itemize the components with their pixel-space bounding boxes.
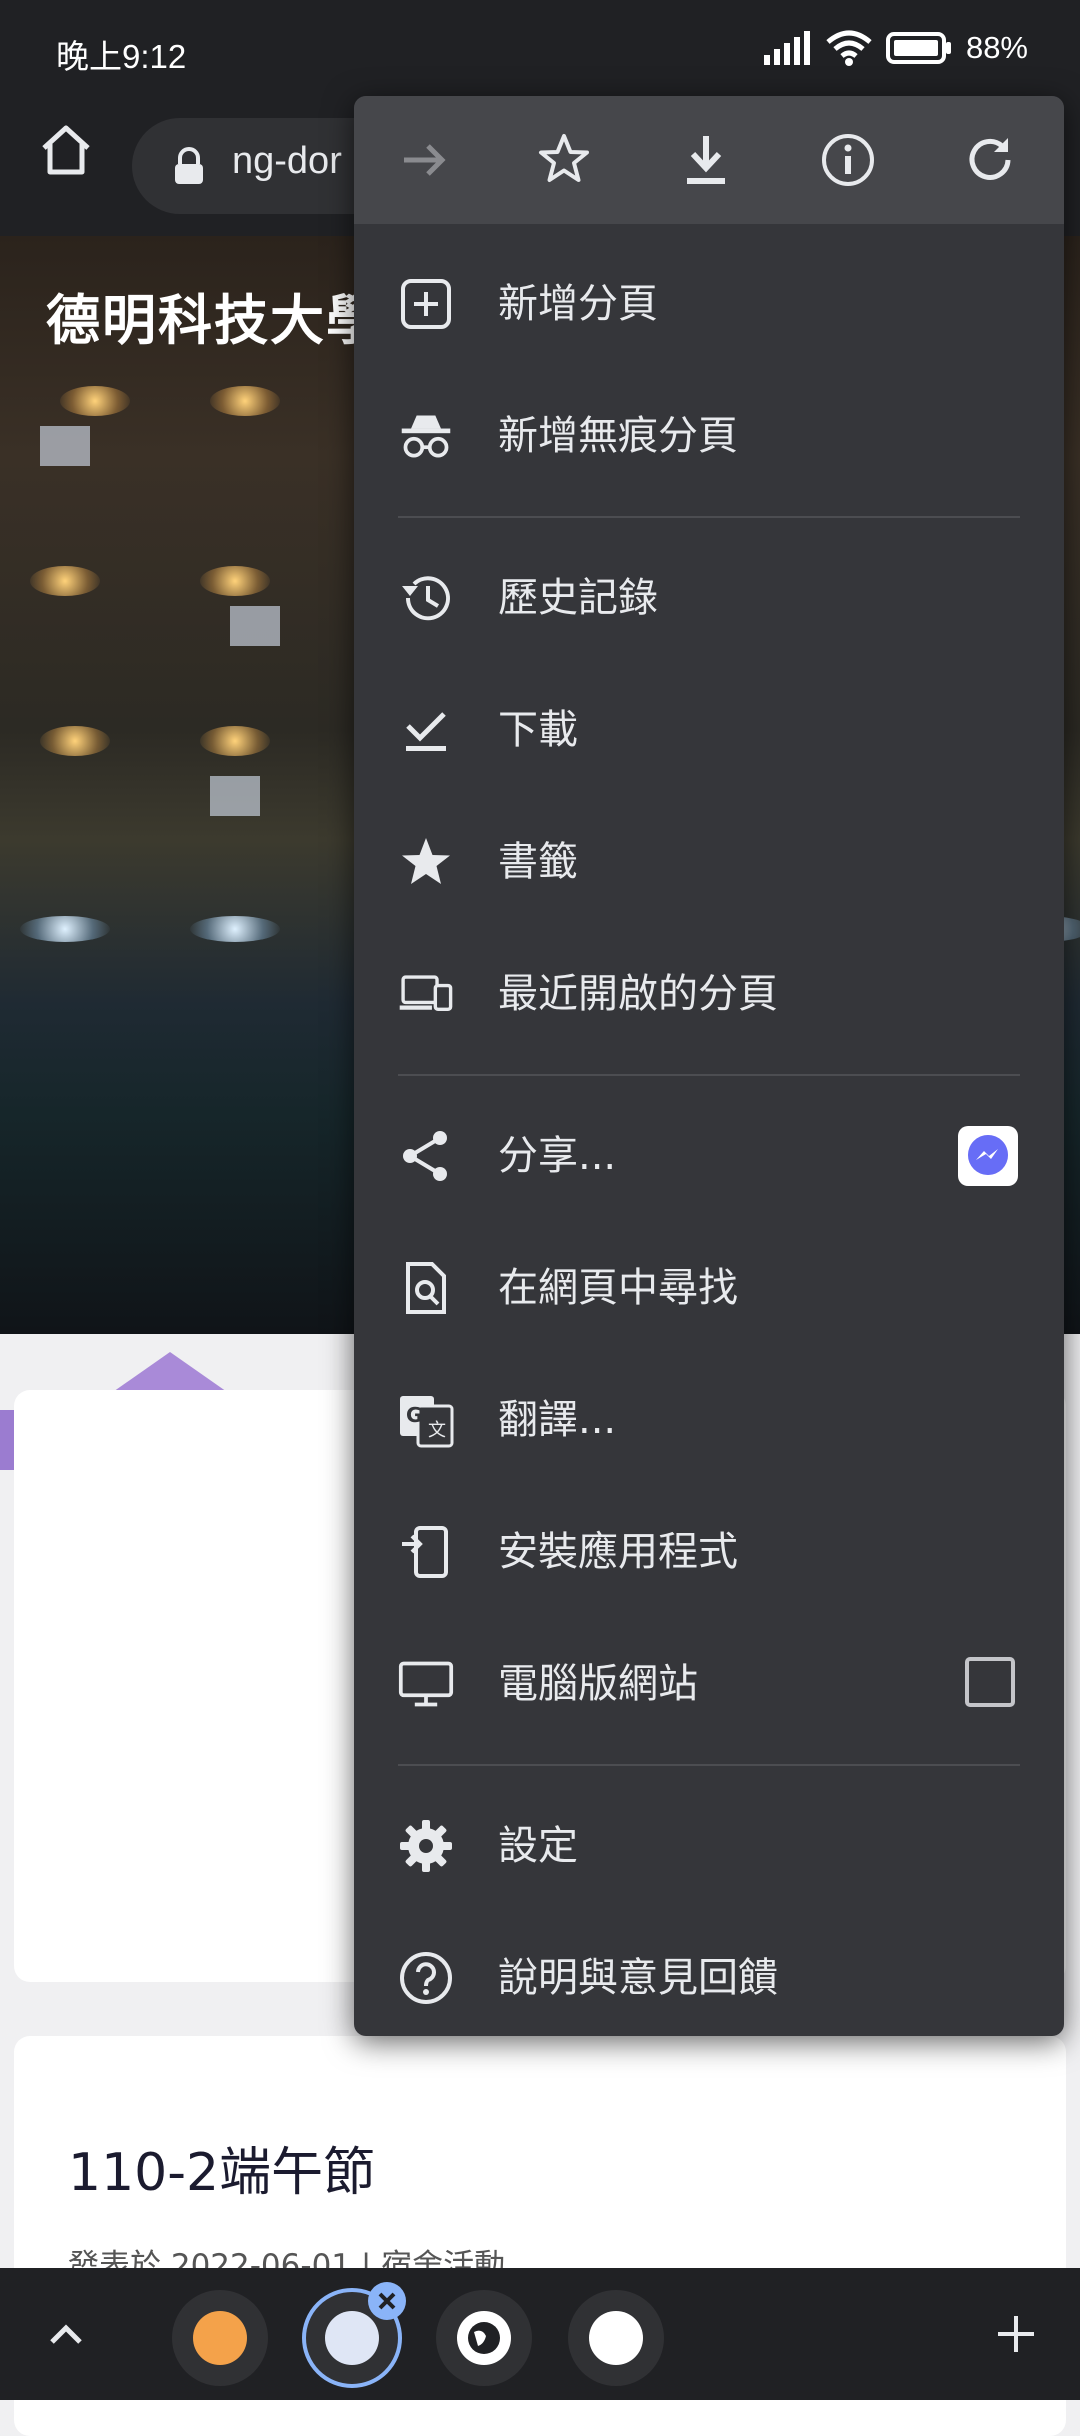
building-light <box>30 566 100 596</box>
svg-text:G: G <box>406 1403 422 1427</box>
hero-title: 德明科技大學 <box>46 289 382 352</box>
tab-strip <box>0 2268 1080 2400</box>
building-light <box>210 386 280 416</box>
menu-item-downloads[interactable]: 下載 <box>354 664 1064 796</box>
install-app-icon <box>398 1524 454 1580</box>
building-window <box>230 606 280 646</box>
menu-item-install-app[interactable]: 安裝應用程式 <box>354 1486 1064 1618</box>
find-in-page-icon <box>398 1260 454 1316</box>
settings-icon <box>398 1818 454 1874</box>
bookmark-star-icon <box>539 134 589 182</box>
blank-favicon-icon <box>589 2311 643 2365</box>
menu-divider <box>398 1074 1020 1076</box>
tab-thumbnail[interactable] <box>172 2290 268 2386</box>
menu-item-label: 歷史記錄 <box>498 575 658 621</box>
new-tab-icon <box>398 276 454 332</box>
menu-item-label: 在網頁中尋找 <box>498 1265 738 1311</box>
signal-icon <box>763 31 810 65</box>
menu-item-share[interactable]: 分享... <box>354 1090 1064 1222</box>
site-favicon-icon <box>325 2311 379 2365</box>
refresh-button[interactable] <box>956 126 1024 194</box>
desktop-site-icon <box>398 1656 454 1712</box>
menu-item-label: 新增無痕分頁 <box>498 413 738 459</box>
status-icons: 88% <box>763 30 1028 66</box>
menu-item-label: 書籤 <box>498 839 578 885</box>
building-light <box>20 916 110 942</box>
menu-item-history[interactable]: 歷史記錄 <box>354 532 1064 664</box>
menu-item-label: 翻譯... <box>498 1397 617 1443</box>
menu-item-translate[interactable]: G文 翻譯... <box>354 1354 1064 1486</box>
menu-item-label: 設定 <box>498 1823 578 1869</box>
globe-icon <box>457 2311 511 2365</box>
battery-level: 88% <box>965 30 1028 65</box>
translate-icon: G文 <box>398 1392 454 1448</box>
page-info-button[interactable] <box>814 126 882 194</box>
forward-icon <box>404 144 446 176</box>
share-icon <box>398 1128 454 1184</box>
info-icon <box>822 134 874 186</box>
tab-thumbnail-active[interactable] <box>302 2282 406 2388</box>
overflow-menu: 新增分頁 新增無痕分頁 歷史記錄 下載 書籤 最近開啟的分頁 分享... 在網頁… <box>354 96 1064 2036</box>
wifi-icon <box>826 30 872 66</box>
menu-item-bookmarks[interactable]: 書籤 <box>354 796 1064 928</box>
menu-item-label: 安裝應用程式 <box>498 1529 738 1575</box>
menu-item-label: 分享... <box>498 1133 617 1179</box>
battery-icon <box>885 32 951 64</box>
menu-item-find-in-page[interactable]: 在網頁中尋找 <box>354 1222 1064 1354</box>
recent-tabs-icon <box>398 966 454 1022</box>
menu-divider <box>398 516 1020 518</box>
menu-item-label: 新增分頁 <box>498 281 658 327</box>
menu-divider <box>398 1764 1020 1766</box>
menu-item-label: 說明與意見回饋 <box>498 1955 778 2001</box>
building-window <box>210 776 260 816</box>
menu-item-new-tab[interactable]: 新增分頁 <box>354 238 1064 370</box>
post-title[interactable]: 110-2端午節 <box>68 2130 375 2205</box>
tab-thumbnail[interactable] <box>568 2290 664 2386</box>
bookmarks-icon <box>398 834 454 890</box>
cat-favicon-icon <box>193 2311 247 2365</box>
menu-item-label: 電腦版網站 <box>498 1661 698 1707</box>
lock-icon[interactable] <box>172 146 206 186</box>
menu-item-help[interactable]: 說明與意見回饋 <box>354 1912 1064 2036</box>
tab-thumbnail[interactable] <box>436 2290 532 2386</box>
building-window <box>40 426 90 466</box>
bookmark-button[interactable] <box>530 126 598 194</box>
building-light <box>60 386 130 416</box>
menu-icon-row <box>354 96 1064 224</box>
forward-button[interactable] <box>390 126 458 194</box>
home-icon[interactable] <box>38 122 94 178</box>
menu-item-desktop-site[interactable]: 電腦版網站 <box>354 1618 1064 1750</box>
incognito-icon <box>398 408 454 464</box>
url-text[interactable]: ng-dor <box>232 140 342 183</box>
downloads-icon <box>398 702 454 758</box>
menu-item-label: 最近開啟的分頁 <box>498 971 778 1017</box>
desktop-site-checkbox[interactable] <box>962 1654 1018 1714</box>
status-bar: 晚上9:12 88% <box>0 0 1080 96</box>
building-light <box>190 916 280 942</box>
close-tab-icon[interactable] <box>368 2282 406 2320</box>
help-icon <box>398 1950 454 2006</box>
history-icon <box>398 570 454 626</box>
status-time: 晚上9:12 <box>56 38 187 75</box>
chevron-up-icon[interactable] <box>44 2314 88 2354</box>
download-button[interactable] <box>672 126 740 194</box>
messenger-app-icon[interactable] <box>958 1126 1018 1190</box>
building-light <box>200 566 270 596</box>
svg-text:文: 文 <box>428 1420 446 1441</box>
menu-item-label: 下載 <box>498 707 578 753</box>
building-light <box>40 726 110 756</box>
menu-item-new-incognito-tab[interactable]: 新增無痕分頁 <box>354 370 1064 502</box>
building-light <box>200 726 270 756</box>
new-tab-plus-icon[interactable] <box>994 2312 1038 2356</box>
refresh-icon <box>969 138 1011 180</box>
download-icon <box>687 136 725 184</box>
menu-item-settings[interactable]: 設定 <box>354 1780 1064 1912</box>
menu-item-recent-tabs[interactable]: 最近開啟的分頁 <box>354 928 1064 1060</box>
